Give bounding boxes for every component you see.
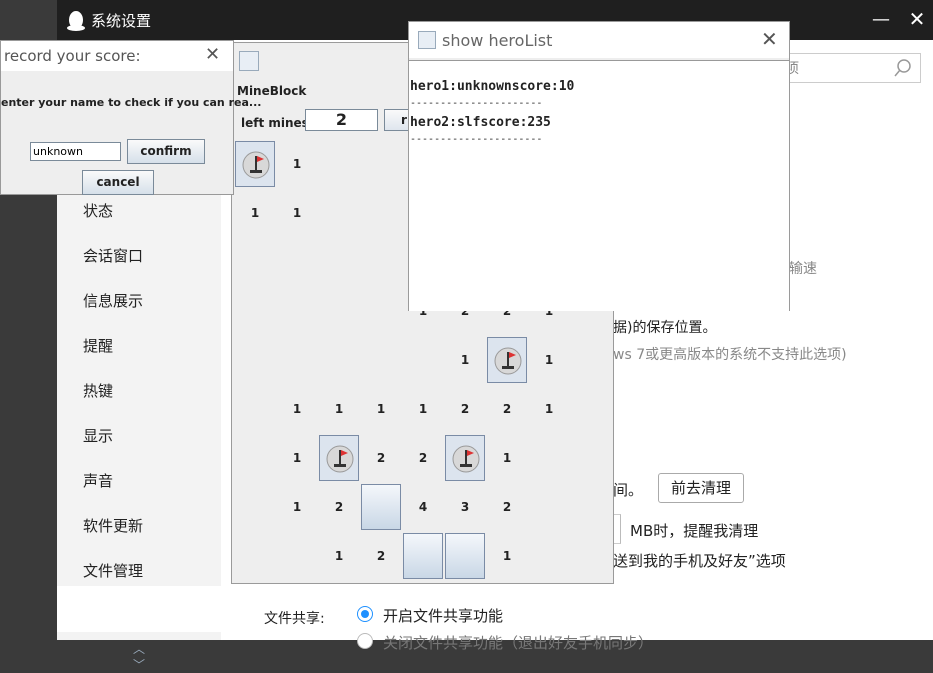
number-cell: 1 — [502, 451, 512, 465]
number-cell: 1 — [292, 451, 302, 465]
number-cell: 2 — [502, 500, 512, 514]
sidebar-selected-highlight — [57, 586, 221, 632]
number-cell: 2 — [418, 451, 428, 465]
scroll-down-icon[interactable]: ﹀ — [133, 656, 145, 673]
hero-list-window: show heroList ✕ hero1:unknownscore:10 --… — [408, 21, 790, 311]
file-share-off-radio[interactable] — [357, 633, 373, 649]
flagged-cell[interactable] — [487, 337, 527, 383]
go-clean-button[interactable]: 前去清理 — [658, 473, 744, 503]
number-cell: 3 — [460, 500, 470, 514]
left-mines-counter: 2 — [305, 109, 378, 131]
number-cell: 1 — [292, 402, 302, 416]
number-cell: 1 — [460, 353, 470, 367]
number-cell: 1 — [544, 353, 554, 367]
speed-text-tail: 输速 — [789, 261, 817, 277]
dialog-message: enter your name to check if you can rea.… — [1, 96, 262, 109]
sidebar-item-file-management[interactable]: 文件管理 — [83, 560, 143, 581]
java-icon — [239, 51, 259, 71]
number-cell: 1 — [376, 402, 386, 416]
number-cell: 1 — [250, 206, 260, 220]
number-cell: 2 — [502, 402, 512, 416]
close-button[interactable]: ✕ — [905, 7, 929, 31]
number-cell: 2 — [376, 549, 386, 563]
hero-list-text-area: hero1:unknownscore:10 ------------------… — [409, 60, 789, 311]
search-icon[interactable] — [893, 58, 913, 78]
file-share-label: 文件共享: — [264, 611, 325, 627]
flag-icon — [494, 347, 522, 375]
name-input[interactable] — [30, 142, 121, 161]
number-cell: 1 — [292, 157, 302, 171]
left-mines-label: left mines: — [241, 116, 314, 130]
separator-line: ---------------------- — [410, 134, 543, 145]
penguin-icon — [67, 11, 85, 31]
number-cell: 2 — [376, 451, 386, 465]
number-cell: 1 — [292, 206, 302, 220]
number-cell: 4 — [418, 500, 428, 514]
number-cell: 1 — [544, 402, 554, 416]
unrevealed-cell[interactable] — [403, 533, 443, 579]
cancel-button[interactable]: cancel — [82, 170, 154, 195]
number-cell: 1 — [502, 549, 512, 563]
scroll-up-icon[interactable]: ︿ — [133, 640, 145, 657]
file-share-on-radio[interactable] — [357, 606, 373, 622]
number-cell: 1 — [418, 402, 428, 416]
hero-list-title: show heroList — [442, 31, 553, 50]
flagged-cell[interactable] — [235, 141, 275, 187]
save-location-text: 据)的保存位置。 — [613, 320, 717, 336]
mb-remind-text: MB时，提醒我清理 — [630, 522, 759, 540]
flagged-cell[interactable] — [319, 435, 359, 481]
number-cell: 1 — [334, 549, 344, 563]
unrevealed-cell[interactable] — [445, 533, 485, 579]
number-cell: 1 — [292, 500, 302, 514]
number-cell: 2 — [460, 402, 470, 416]
file-share-on-label: 开启文件共享功能 — [383, 607, 504, 625]
sidebar-item-hotkeys[interactable]: 热键 — [83, 380, 113, 401]
win7-note-text: ws 7或更高版本的系统不支持此选项) — [613, 347, 847, 363]
window-title: 系统设置 — [91, 12, 152, 30]
time-text-tail: 间。 — [613, 481, 644, 499]
close-icon[interactable]: ✕ — [761, 27, 778, 51]
confirm-button[interactable]: confirm — [127, 139, 205, 164]
sidebar-item-software-update[interactable]: 软件更新 — [83, 515, 143, 536]
sidebar-item-reminder[interactable]: 提醒 — [83, 335, 113, 356]
flag-icon — [242, 151, 270, 179]
number-cell: 2 — [334, 500, 344, 514]
dialog-title: record your score: — [4, 47, 141, 65]
dialog-title-bar: record your score: ✕ — [1, 41, 233, 71]
java-icon — [418, 31, 436, 49]
sidebar-item-sound[interactable]: 声音 — [83, 470, 113, 491]
number-cell: 1 — [334, 402, 344, 416]
hero-entry: hero1:unknownscore:10 — [410, 79, 575, 94]
flag-icon — [452, 445, 480, 473]
record-score-dialog: record your score: ✕ enter your name to … — [0, 40, 261, 195]
sidebar-item-chat-window[interactable]: 会话窗口 — [83, 245, 143, 266]
minimize-button[interactable]: — — [869, 9, 893, 30]
sidebar-item-status[interactable]: 状态 — [83, 200, 113, 221]
sidebar-item-info-display[interactable]: 信息展示 — [83, 290, 143, 311]
close-icon[interactable]: ✕ — [205, 44, 220, 65]
hero-title-bar: show heroList ✕ — [409, 22, 789, 58]
separator-line: ---------------------- — [410, 98, 543, 109]
unrevealed-cell[interactable] — [361, 484, 401, 530]
sidebar-item-display[interactable]: 显示 — [83, 425, 113, 446]
flag-icon — [326, 445, 354, 473]
file-share-off-label: 关闭文件共享功能（退出好友手机同步） — [383, 634, 654, 652]
hero-entry: hero2:slfscore:235 — [410, 115, 551, 130]
send-option-text: 送到我的手机及好友”选项 — [613, 552, 786, 570]
flagged-cell[interactable] — [445, 435, 485, 481]
